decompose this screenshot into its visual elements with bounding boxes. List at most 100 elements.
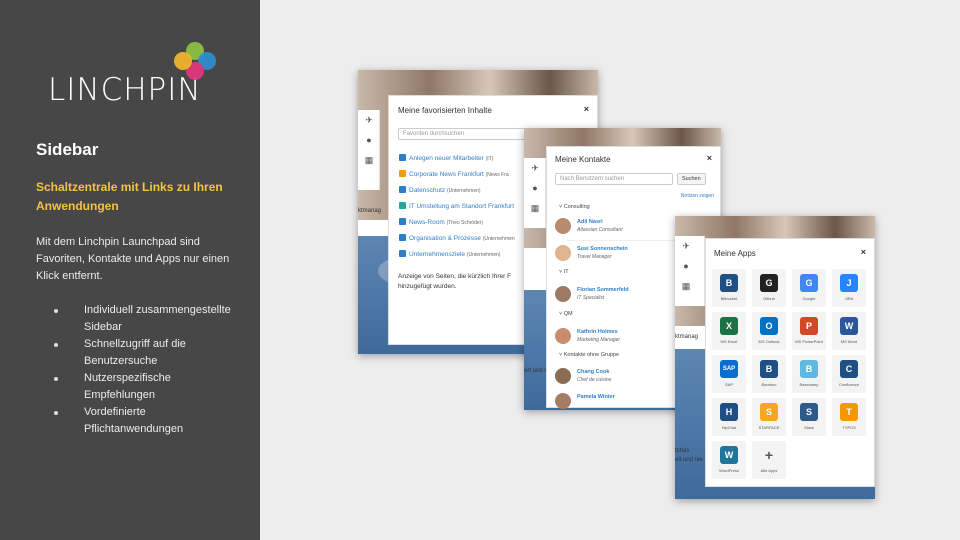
app-label: Slack: [804, 425, 814, 430]
favorite-item[interactable]: IT Umstellung am Standort Frankfurt: [399, 202, 514, 210]
favorite-meta: (Unternehmen): [466, 252, 501, 258]
contact-role: Marketing Manager: [577, 337, 621, 343]
group-header[interactable]: ˅ Consulting: [559, 204, 590, 210]
app-tile-word[interactable]: W MS Word: [832, 312, 866, 350]
favorite-meta: (Theo Schröder): [446, 220, 483, 226]
feature-item: Individuell zusammengestellte Sidebar: [52, 302, 242, 336]
app-tile-bamboo[interactable]: B Bamboo: [752, 355, 786, 393]
group-header[interactable]: ˅ Kontakte ohne Gruppe: [559, 352, 619, 358]
typo3-icon: T: [840, 403, 858, 421]
slack-icon: S: [800, 403, 818, 421]
apps-icon[interactable]: ▦: [358, 150, 380, 170]
favorite-item[interactable]: Unternehmensziele (Unternehmen): [399, 250, 500, 258]
contact-name: Adil Nasri: [577, 219, 603, 225]
basecamp-icon: B: [800, 360, 818, 378]
launchpad-strip: ✈ ● ▦: [358, 110, 380, 190]
app-tile-slack[interactable]: S Slack: [792, 398, 826, 436]
sap-icon: SAP: [720, 360, 738, 378]
app-label: SAP: [724, 382, 733, 387]
jira-icon: J: [840, 274, 858, 292]
wordpress-icon: W: [720, 446, 738, 464]
search-button[interactable]: Suchen: [677, 173, 706, 185]
app-label: MS Excel: [720, 339, 738, 344]
contacts-search-input[interactable]: Nach Benutzern suchen: [555, 173, 673, 185]
favorite-label: IT Umstellung am Standort Frankfurt: [409, 203, 515, 210]
favorite-label: Organisation & Prozesse: [409, 235, 481, 242]
app-tile-jira[interactable]: J JIRA: [832, 269, 866, 307]
app-tile-sap[interactable]: SAP SAP: [712, 355, 746, 393]
app-tile-bitbucket[interactable]: B Bitbucket: [712, 269, 746, 307]
section-description: Mit dem Linchpin Launchpad sind Favorite…: [36, 236, 230, 282]
app-tile-all-apps[interactable]: + Alle Apps: [752, 441, 786, 479]
bitbucket-icon: B: [720, 274, 738, 292]
app-label: Bamboo: [761, 382, 777, 387]
app-tile-basecamp[interactable]: B Basecamp: [792, 355, 826, 393]
feature-item: Vordefinierte Pflichtanwendungen: [52, 404, 242, 438]
favorite-item[interactable]: News-Room (Theo Schröder): [399, 218, 483, 226]
app-label: WordPress: [719, 468, 739, 473]
contacts-icon[interactable]: ●: [358, 130, 380, 150]
favorite-label: Datenschutz: [409, 187, 446, 194]
favorites-footer: Anzeige von Seiten, die kürzlich Ihrer F…: [398, 273, 512, 290]
apps-icon[interactable]: ▦: [524, 198, 546, 218]
word-icon: W: [840, 317, 858, 335]
app-tile-hipchat[interactable]: H HipChat: [712, 398, 746, 436]
favorite-label: Corporate News Frankfurt: [409, 171, 484, 178]
contact-name: Chang Cook: [577, 369, 610, 375]
avatar: [555, 245, 571, 261]
launchpad-strip: ✈ ● ▦: [524, 158, 546, 228]
feature-item: Nutzerspezifische Empfehlungen: [52, 370, 242, 404]
app-tile-wordpress[interactable]: W WordPress: [712, 441, 746, 479]
contact-role: Travel Manager: [577, 254, 612, 260]
app-tile-outlook[interactable]: O MS Outlook: [752, 312, 786, 350]
contact-name: Pamela Winter: [577, 394, 615, 400]
avatar: [555, 368, 571, 384]
hipchat-icon: H: [720, 403, 738, 421]
contact-role: Atlassian Consultant: [577, 227, 623, 233]
app-tile-typo3[interactable]: T TYPO3: [832, 398, 866, 436]
contact-role: IT Specialist: [577, 295, 605, 301]
background-text: ktmanag: [675, 334, 699, 340]
favorite-meta: (Unternehmen): [446, 188, 481, 194]
feature-list: Individuell zusammengestellte Sidebar Sc…: [52, 302, 242, 438]
app-label: Confluence: [838, 382, 860, 387]
launchpad-strip: ✈ ● ▦: [675, 236, 705, 306]
favorite-meta: (Unternehmen: [482, 236, 515, 242]
notes-link[interactable]: Notizen zeigen: [681, 193, 714, 199]
feature-item: Schnellzugriff auf die Benutzersuche: [52, 336, 242, 370]
info-panel: LINCHPIN Sidebar Schaltzentrale mit Link…: [0, 0, 260, 540]
app-label: JIRA: [844, 296, 854, 301]
apps-icon[interactable]: ▦: [675, 276, 697, 296]
app-label: HipChat: [721, 425, 737, 430]
close-icon[interactable]: ×: [584, 104, 589, 114]
contacts-icon[interactable]: ●: [524, 178, 546, 198]
page-icon: [399, 202, 406, 209]
section-title: Sidebar: [36, 140, 99, 159]
favorite-item[interactable]: Corporate News Frankfurt (News Fra: [399, 170, 509, 178]
contact-name: Kathrin Holmes: [577, 329, 618, 335]
favorite-item[interactable]: Organisation & Prozesse (Unternehmen: [399, 234, 515, 242]
favorites-icon[interactable]: ✈: [358, 110, 380, 130]
app-tile-google[interactable]: G Google: [792, 269, 826, 307]
contacts-icon[interactable]: ●: [675, 256, 697, 276]
app-tile-powerpoint[interactable]: P MS PowerPoint: [792, 312, 826, 350]
favorite-meta: (News Fra: [485, 172, 509, 178]
close-icon[interactable]: ×: [707, 153, 712, 163]
all-apps-icon: +: [760, 446, 778, 464]
favorites-icon[interactable]: ✈: [524, 158, 546, 178]
group-header[interactable]: ˅ QM: [559, 311, 573, 317]
favorite-item[interactable]: Datenschutz (Unternehmen): [399, 186, 481, 194]
panel-title: Meine favorisierten Inhalte: [398, 106, 492, 115]
app-tile-confluence[interactable]: C Confluence: [832, 355, 866, 393]
app-tile-starface[interactable]: S STARFACE: [752, 398, 786, 436]
news-icon: [399, 170, 406, 177]
app-grid: B Bitbucket G Github G Google J JIRA X MS Excel O M…: [706, 239, 875, 488]
page-icon: [399, 234, 406, 241]
group-header[interactable]: ˅ IT: [559, 269, 569, 275]
favorite-item[interactable]: Anlegen neuer Mitarbeiter (IT): [399, 154, 493, 162]
section-subtitle: Schaltzentrale mit Links zu Ihren Anwend…: [36, 180, 223, 213]
favorites-icon[interactable]: ✈: [675, 236, 697, 256]
page-icon: [399, 186, 406, 193]
app-tile-excel[interactable]: X MS Excel: [712, 312, 746, 350]
app-tile-github[interactable]: G Github: [752, 269, 786, 307]
